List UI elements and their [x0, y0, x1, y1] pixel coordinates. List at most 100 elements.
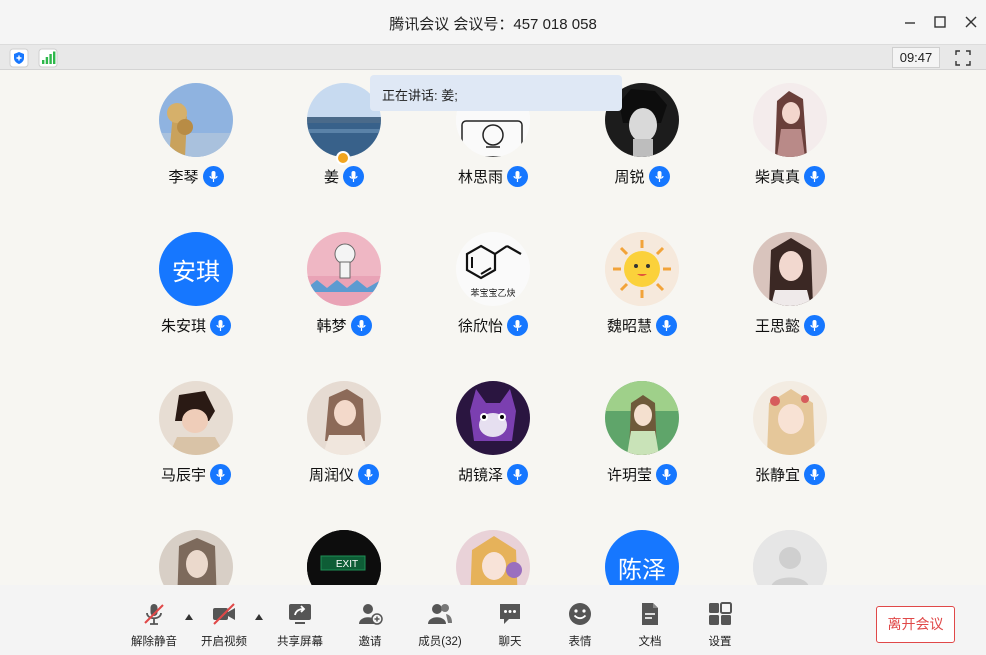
avatar — [159, 381, 233, 455]
maximize-button[interactable] — [930, 12, 950, 32]
emoji-button[interactable]: 表情 — [550, 601, 610, 651]
host-badge-icon — [336, 151, 350, 165]
audio-options-caret-icon[interactable] — [184, 613, 194, 621]
participant-name: 王思懿 — [754, 317, 800, 335]
avatar — [307, 232, 381, 306]
mic-icon — [804, 314, 825, 336]
participant-tile[interactable]: 马辰宇 — [122, 368, 270, 508]
participant-tile[interactable]: 陈泽 — [568, 517, 716, 585]
mic-icon — [804, 165, 825, 187]
participant-name: 朱安琪 — [160, 317, 206, 335]
avatar — [159, 83, 233, 157]
participant-tile[interactable]: 韩梦 — [270, 219, 418, 359]
participant-name: 马辰宇 — [160, 466, 206, 484]
fullscreen-icon[interactable] — [953, 48, 973, 68]
members-button[interactable]: 成员(32) — [410, 601, 470, 651]
avatar — [753, 83, 827, 157]
avatar-text: 安琪 — [159, 232, 233, 306]
mic-icon — [507, 165, 528, 187]
video-options-caret-icon[interactable] — [254, 613, 264, 621]
participant-name: 胡镜泽 — [457, 466, 503, 484]
avatar — [605, 381, 679, 455]
participant-tile[interactable]: 安琪 朱安琪 — [122, 219, 270, 359]
participant-tile[interactable]: 王思懿 — [716, 219, 864, 359]
document-icon — [642, 603, 658, 625]
share-screen-label: 共享屏幕 — [277, 636, 323, 648]
invite-button[interactable]: 邀请 — [340, 601, 400, 651]
meeting-clock: 09:47 — [892, 47, 940, 68]
participant-tile[interactable]: 许玥莹 — [568, 368, 716, 508]
mic-icon — [656, 463, 677, 485]
leave-meeting-button[interactable]: 离开会议 — [876, 606, 955, 643]
docs-button[interactable]: 文档 — [620, 601, 680, 651]
maximize-icon — [934, 16, 946, 28]
unmute-button[interactable]: 解除静音 — [124, 601, 184, 651]
participant-tile[interactable]: 张静宜 — [716, 368, 864, 508]
participant-name: 周锐 — [614, 168, 645, 186]
avatar-caption: EXIT — [336, 559, 358, 570]
mic-icon — [507, 314, 528, 336]
avatar: EXIT — [307, 530, 381, 585]
share-screen-icon — [289, 604, 311, 624]
emoji-icon — [569, 603, 591, 625]
mic-icon — [804, 463, 825, 485]
share-screen-button[interactable]: 共享屏幕 — [270, 601, 330, 651]
start-video-button[interactable]: 开启视频 — [194, 601, 254, 651]
members-icon — [428, 604, 452, 624]
avatar-caption: 苯宝宝乙炔 — [470, 287, 516, 298]
default-avatar-icon — [753, 530, 827, 585]
avatar — [753, 232, 827, 306]
mic-icon — [648, 165, 670, 187]
participant-name: 许玥莹 — [606, 466, 652, 484]
avatar — [307, 381, 381, 455]
participant-tile[interactable]: EXIT — [270, 517, 418, 585]
participant-tile[interactable]: 胡镜泽 — [419, 368, 567, 508]
settings-grid-icon — [709, 602, 732, 625]
chat-label: 聊天 — [498, 636, 522, 648]
avatar — [159, 530, 233, 585]
mic-icon — [202, 165, 224, 187]
mic-icon — [210, 314, 231, 336]
participant-tile[interactable]: 周润仪 — [270, 368, 418, 508]
mic-icon — [656, 314, 677, 336]
participant-tile[interactable] — [122, 517, 270, 585]
participant-name: 徐欣怡 — [457, 317, 503, 335]
title-bar: 腾讯会议 会议号：457 018 058 — [0, 0, 986, 44]
window-title: 腾讯会议 会议号：457 018 058 — [389, 16, 597, 33]
emoji-label: 表情 — [568, 636, 592, 648]
participant-tile[interactable]: 李琴 — [122, 70, 270, 210]
mic-icon — [350, 314, 372, 336]
members-label: 成员(32) — [418, 636, 462, 648]
participant-name: 张静宜 — [754, 466, 800, 484]
status-bar: 09:47 — [0, 44, 986, 70]
mic-muted-icon — [144, 604, 164, 625]
minimize-button[interactable] — [900, 12, 920, 32]
shield-icon[interactable] — [9, 48, 29, 68]
participant-name: 魏昭慧 — [606, 317, 652, 335]
close-button[interactable] — [961, 12, 981, 32]
participant-name: 姜 — [323, 168, 339, 186]
settings-button[interactable]: 设置 — [690, 601, 750, 651]
video-off-icon — [213, 603, 235, 625]
minimize-icon — [905, 22, 915, 24]
participant-name: 韩梦 — [316, 317, 347, 335]
participant-tile[interactable]: 苯宝宝乙炔 徐欣怡 — [419, 219, 567, 359]
chat-button[interactable]: 聊天 — [480, 601, 540, 651]
participant-name: 林思雨 — [457, 168, 503, 186]
speaking-indicator: 正在讲话: 姜; — [370, 75, 622, 111]
participant-tile[interactable] — [419, 517, 567, 585]
avatar — [753, 381, 827, 455]
meeting-toolbar: 解除静音 开启视频 共享屏幕 邀请 成员(32) 聊天 表情 文档 设置 离开会… — [0, 585, 986, 655]
participant-tile[interactable]: 柴真真 — [716, 70, 864, 210]
chat-icon — [500, 604, 520, 624]
participant-tile[interactable]: 魏昭慧 — [568, 219, 716, 359]
participant-tile[interactable] — [716, 517, 864, 585]
avatar-text: 陈泽 — [605, 530, 679, 585]
signal-icon[interactable] — [38, 48, 58, 68]
start-video-label: 开启视频 — [201, 636, 247, 648]
avatar — [456, 530, 530, 585]
mic-icon — [358, 463, 379, 485]
invite-icon — [359, 604, 383, 625]
participant-name: 柴真真 — [754, 168, 800, 186]
docs-label: 文档 — [638, 636, 662, 648]
